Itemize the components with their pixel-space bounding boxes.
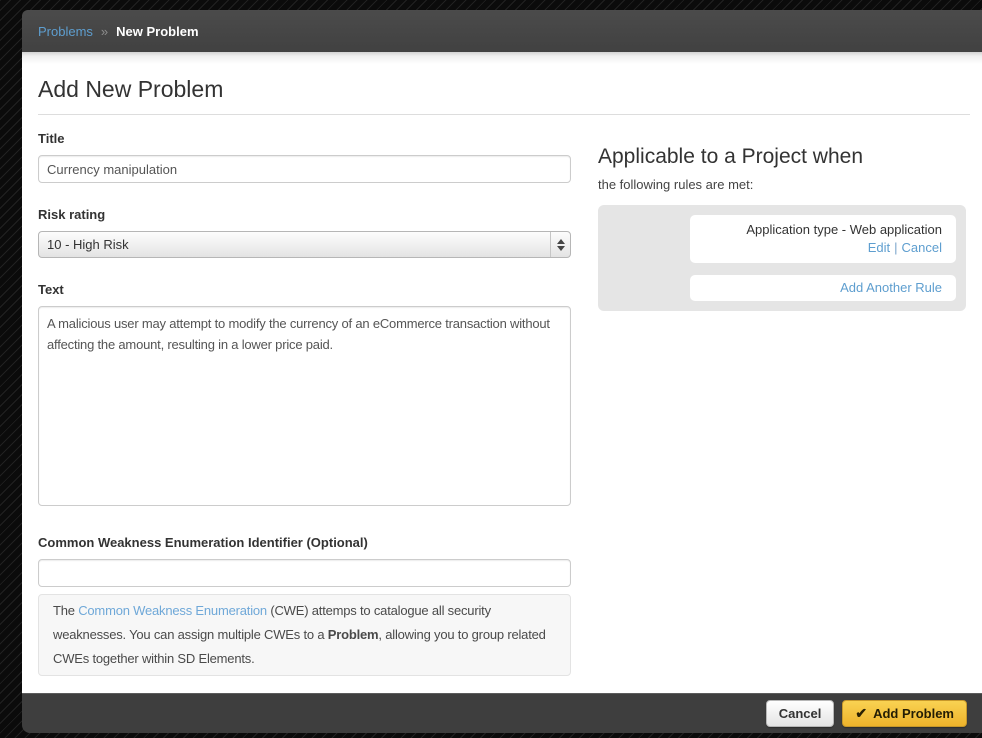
- rule-cancel-link[interactable]: Cancel: [902, 240, 942, 255]
- breadcrumb-current: New Problem: [116, 24, 198, 39]
- applicability-section: Applicable to a Project when the followi…: [598, 131, 970, 311]
- checkmark-icon: ✔: [855, 705, 867, 722]
- breadcrumb-separator: »: [101, 24, 108, 39]
- applicability-subheading: the following rules are met:: [598, 177, 970, 193]
- page-title: Add New Problem: [38, 76, 970, 102]
- heading-divider: [38, 114, 970, 115]
- cwe-label: Common Weakness Enumeration Identifier (…: [38, 535, 571, 551]
- risk-rating-label: Risk rating: [38, 207, 571, 223]
- text-label: Text: [38, 282, 571, 298]
- text-field-group: Text A malicious user may attempt to mod…: [38, 282, 571, 511]
- rule-card: Application type - Web application Edit |…: [690, 215, 956, 263]
- title-input[interactable]: [38, 155, 571, 183]
- rule-link-separator: |: [894, 240, 897, 255]
- risk-rating-field-group: Risk rating 10 - High Risk: [38, 207, 571, 258]
- problem-form: Title Risk rating 10 - High Risk Text: [38, 131, 571, 693]
- arrow-down-icon: [557, 246, 565, 251]
- cwe-help-box: The Common Weakness Enumeration (CWE) at…: [38, 594, 571, 676]
- cancel-button[interactable]: Cancel: [766, 700, 835, 727]
- rule-edit-link[interactable]: Edit: [868, 240, 890, 255]
- cwe-input[interactable]: [38, 559, 571, 587]
- add-problem-button[interactable]: ✔ Add Problem: [842, 700, 967, 727]
- arrow-up-icon: [557, 239, 565, 244]
- rule-actions: Edit | Cancel: [704, 239, 942, 257]
- add-another-rule-link[interactable]: Add Another Rule: [840, 280, 942, 295]
- rules-panel: Application type - Web application Edit |…: [598, 205, 966, 311]
- cwe-help-text: The: [53, 603, 78, 618]
- select-stepper-arrows-icon: [550, 232, 570, 257]
- title-field-group: Title: [38, 131, 571, 183]
- add-rule-card: Add Another Rule: [690, 275, 956, 301]
- rule-text: Application type - Web application: [704, 221, 942, 239]
- risk-rating-selected-value: 10 - High Risk: [39, 237, 550, 252]
- add-problem-button-label: Add Problem: [873, 706, 954, 721]
- main-content: Add New Problem Title Risk rating 10 - H…: [22, 52, 982, 693]
- app-window: Problems » New Problem Add New Problem T…: [22, 10, 982, 733]
- applicability-heading: Applicable to a Project when: [598, 145, 970, 169]
- breadcrumb-problems-link[interactable]: Problems: [38, 24, 93, 39]
- risk-rating-select[interactable]: 10 - High Risk: [38, 231, 571, 258]
- breadcrumb-bar: Problems » New Problem: [22, 10, 982, 52]
- text-textarea[interactable]: A malicious user may attempt to modify t…: [38, 306, 571, 506]
- form-action-bar: Cancel ✔ Add Problem: [22, 693, 982, 733]
- cwe-help-link[interactable]: Common Weakness Enumeration: [78, 603, 267, 618]
- cwe-field-group: Common Weakness Enumeration Identifier (…: [38, 535, 571, 676]
- title-label: Title: [38, 131, 571, 147]
- cwe-help-bold-term: Problem: [328, 627, 379, 642]
